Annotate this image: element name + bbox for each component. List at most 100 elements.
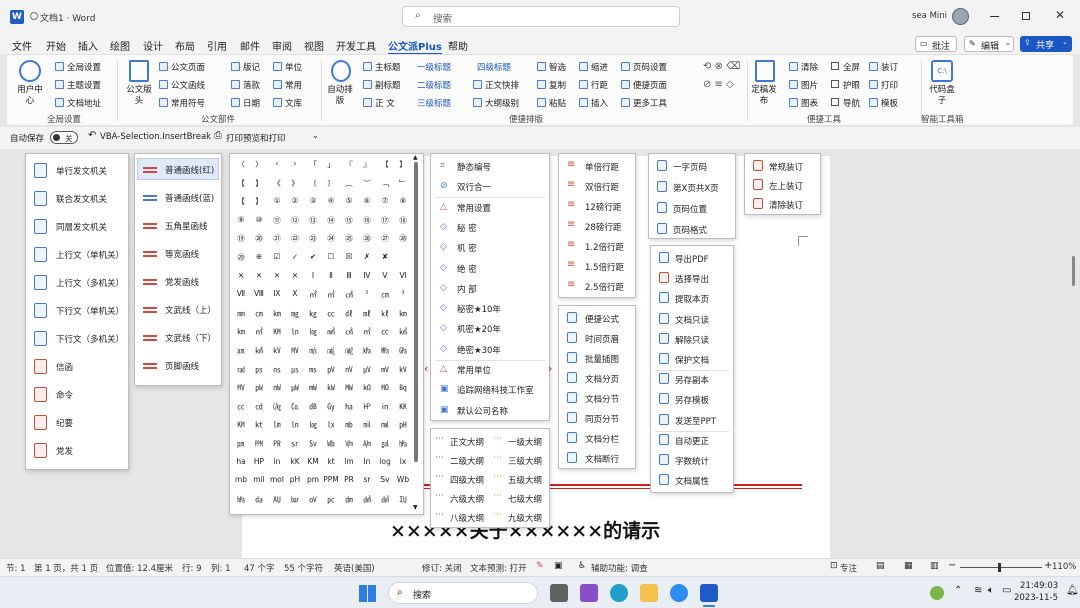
insert-button[interactable]: 插入 — [591, 97, 608, 109]
edge-beta-icon[interactable] — [670, 584, 688, 602]
symbol-cell[interactable]: ⑩ — [250, 215, 268, 224]
security-item[interactable]: 内 部 — [457, 283, 477, 295]
symbol-cell[interactable]: ㎡ — [304, 289, 322, 300]
outline-item[interactable]: 七级大纲 — [508, 493, 542, 505]
binding-item[interactable]: 清除装订 — [769, 199, 803, 211]
unit-button[interactable]: 单位 — [285, 61, 302, 73]
eye-care-checkbox[interactable] — [831, 80, 839, 88]
symbol-cell[interactable]: ㎷ — [376, 364, 394, 375]
symbol-cell[interactable]: ㏂ — [232, 345, 250, 356]
symbol-cell[interactable]: ㎦ — [394, 326, 412, 337]
share-button[interactable]: ⇪ 共享 ⌄ — [1020, 36, 1072, 52]
symbol-cell[interactable]: ㎿ — [340, 382, 358, 393]
symbol-cell[interactable]: ㏑ — [286, 419, 304, 430]
symbols-scrollbar[interactable] — [414, 162, 418, 462]
security-item[interactable]: 机密★20年 — [457, 323, 501, 335]
line-spacing-button[interactable]: 行距 — [591, 79, 608, 91]
clock-date[interactable]: 2023-11-5 — [1014, 593, 1058, 603]
symbol-cell[interactable]: 】 — [250, 178, 268, 189]
autosave-status-icon[interactable] — [30, 12, 38, 20]
symbol-cell[interactable]: ㎰ — [250, 364, 268, 375]
doc-line-button[interactable]: 公文函线 — [171, 79, 205, 91]
maximize-icon[interactable] — [1022, 12, 1030, 20]
edge-icon[interactable] — [610, 584, 628, 602]
outline-item[interactable]: 一级大纲 — [508, 436, 542, 448]
export-item[interactable]: 解除只读 — [675, 334, 709, 346]
symbol-cell[interactable]: 「 — [304, 159, 322, 170]
common-button[interactable]: 常用 — [285, 79, 302, 91]
symbol-cell[interactable]: ㏄ — [322, 308, 340, 319]
outline-item[interactable]: 正文大纲 — [450, 436, 484, 448]
menu-file[interactable]: 文件 — [12, 38, 32, 53]
customize-qab-icon[interactable]: ⌄ — [312, 131, 319, 140]
zoom-slider[interactable] — [960, 563, 1042, 572]
line-spacing-item[interactable]: 双倍行距 — [585, 181, 619, 193]
comment-button[interactable]: ▭ 批注 — [915, 36, 957, 52]
zoom-slider-thumb[interactable] — [998, 563, 1001, 572]
symbol-cell[interactable]: ㏔ — [340, 419, 358, 430]
indent-button[interactable]: 缩进 — [591, 61, 608, 73]
menu-insert[interactable]: 插入 — [78, 38, 98, 53]
line-spacing-item[interactable]: 28磅行距 — [585, 221, 621, 233]
symbol-cell[interactable]: lx — [394, 457, 412, 466]
symbol-cell[interactable]: ㎻ — [268, 382, 286, 393]
auto-layout-icon[interactable] — [331, 60, 351, 82]
symbol-cell[interactable]: ⑮ — [340, 215, 358, 226]
symbol-cell[interactable]: ㎠ — [340, 326, 358, 337]
symbol-cell[interactable]: ⑧ — [394, 196, 412, 205]
doc-line-item[interactable]: 页脚函线 — [165, 360, 199, 372]
outline-level-button[interactable]: 大纲级别 — [485, 97, 519, 109]
status-line[interactable]: 行: 9 — [182, 562, 201, 574]
theme-settings-button[interactable]: 主题设置 — [67, 79, 101, 91]
paste-button[interactable]: 粘贴 — [549, 97, 566, 109]
macro-icon[interactable]: ▣ — [554, 561, 563, 571]
status-char-count[interactable]: 55 个字符 — [284, 562, 323, 574]
symbol-cell[interactable]: ⑫ — [286, 215, 304, 226]
org-template-item[interactable]: 上行文（单机关） — [56, 249, 124, 261]
undo-icon[interactable]: ↶ — [88, 130, 96, 141]
symbol-cell[interactable]: ㏈ — [304, 401, 322, 412]
security-item[interactable]: 绝密★30年 — [457, 344, 501, 356]
subtitle-button[interactable]: 副标题 — [375, 79, 401, 91]
export-item[interactable]: 发送至PPT — [675, 415, 716, 427]
outline-item[interactable]: 九级大纲 — [508, 512, 542, 524]
outline-item[interactable]: 五级大纲 — [508, 474, 542, 486]
symbol-cell[interactable]: Ⅷ — [250, 289, 268, 298]
symbol-cell[interactable]: ㉑ — [268, 233, 286, 244]
org-template-item[interactable]: 命令 — [56, 389, 73, 401]
symbol-cell[interactable]: mb — [232, 475, 250, 484]
symbol-cell[interactable]: ㉓ — [304, 233, 322, 244]
clock-time[interactable]: 21:49:03 — [1020, 581, 1058, 591]
print-button[interactable]: 打印 — [881, 79, 898, 91]
symbol-cell[interactable]: ㏄ — [376, 326, 394, 337]
code-box-icon[interactable]: C:\ — [931, 60, 953, 82]
symbol-cell[interactable]: ㎝ — [376, 289, 394, 300]
chevron-up-icon[interactable]: ⌃ — [954, 585, 962, 596]
symbol-cell[interactable]: ㉒ — [286, 233, 304, 244]
doc-line-item[interactable]: 五角星函线 — [165, 220, 208, 232]
symbol-cell[interactable]: ✘ — [376, 252, 394, 261]
doc-line-item[interactable]: 等宽函线 — [165, 248, 199, 260]
publish-icon[interactable] — [755, 60, 775, 82]
body-button[interactable]: 正 文 — [375, 97, 395, 109]
symbol-cell[interactable]: ㍱ — [232, 494, 250, 505]
symbol-cell[interactable]: PR — [340, 475, 358, 484]
format-painter-icon[interactable]: ⟲ ⊗ ⌫ — [703, 61, 740, 72]
symbol-cell[interactable]: ㎹ — [286, 345, 304, 356]
version-button[interactable]: 版记 — [243, 61, 260, 73]
symbol-cell[interactable]: ☒ — [340, 252, 358, 261]
symbol-cell[interactable]: ㉘ — [394, 233, 412, 244]
symbol-cell[interactable]: ⑪ — [268, 215, 286, 226]
symbol-cell[interactable]: ㍳ — [268, 494, 286, 505]
print-layout-icon[interactable]: ▦ — [904, 561, 913, 571]
symbol-cell[interactable]: ㎫ — [376, 345, 394, 356]
symbol-cell[interactable]: ⊕ — [250, 252, 268, 261]
security-item[interactable]: 绝 密 — [457, 263, 477, 275]
signature-button[interactable]: 落款 — [243, 79, 260, 91]
doc-page-button[interactable]: 公文页面 — [171, 61, 205, 73]
binding-button[interactable]: 装订 — [881, 61, 898, 73]
symbol-cell[interactable]: ㉗ — [376, 233, 394, 244]
image-button[interactable]: 图片 — [801, 79, 818, 91]
symbol-cell[interactable]: ln — [358, 457, 376, 466]
scroll-thumb[interactable] — [1072, 256, 1075, 286]
